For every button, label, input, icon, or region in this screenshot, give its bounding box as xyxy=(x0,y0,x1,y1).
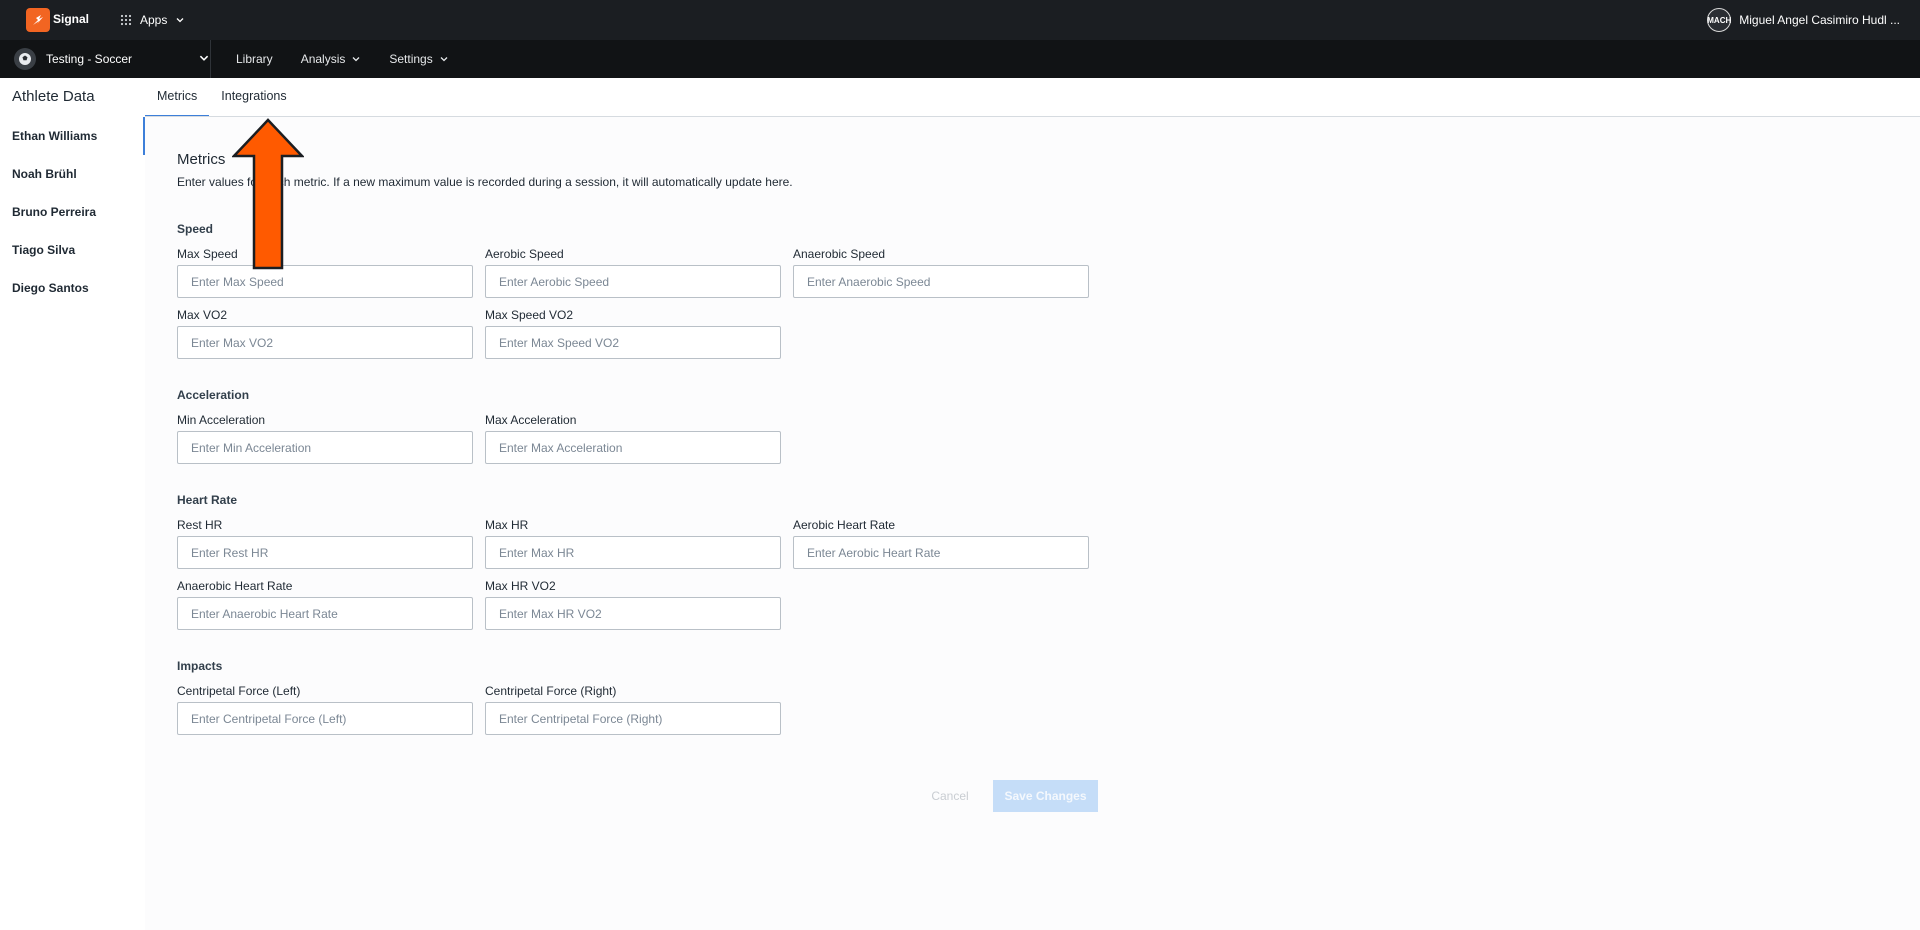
field-max-speed: Max Speed xyxy=(177,247,473,298)
field-max-hr: Max HR xyxy=(485,518,781,569)
min-acceleration-input[interactable] xyxy=(177,431,473,464)
nav-settings-label: Settings xyxy=(389,52,433,66)
team-selector[interactable]: Testing - Soccer xyxy=(14,46,210,72)
max-speed-input[interactable] xyxy=(177,265,473,298)
max-vo2-input[interactable] xyxy=(177,326,473,359)
nav-library[interactable]: Library xyxy=(236,52,273,66)
nav-settings[interactable]: Settings xyxy=(389,52,448,66)
field-aerobic-speed: Aerobic Speed xyxy=(485,247,781,298)
nav-analysis-label: Analysis xyxy=(300,52,346,66)
tab-integrations[interactable]: Integrations xyxy=(209,78,298,117)
team-nav-bar: Testing - Soccer Library Analysis Settin… xyxy=(0,40,1920,78)
field-label: Anaerobic Heart Rate xyxy=(177,579,293,593)
athlete-item-tiago-silva[interactable]: Tiago Silva xyxy=(0,231,145,269)
metrics-panel: Metrics Enter values for each metric. If… xyxy=(145,117,1920,930)
field-max-acceleration: Max Acceleration xyxy=(485,413,781,464)
tab-metrics[interactable]: Metrics xyxy=(145,78,210,117)
avatar: MACH xyxy=(1707,8,1732,32)
tab-bar: Metrics Integrations xyxy=(145,78,299,117)
centripetal-force-right-input[interactable] xyxy=(485,702,781,735)
athlete-item-diego-santos[interactable]: Diego Santos xyxy=(0,269,145,307)
field-anaerobic-heart-rate: Anaerobic Heart Rate xyxy=(177,579,473,630)
athlete-item-noah-bruhl[interactable]: Noah Brühl xyxy=(0,155,145,193)
field-label: Centripetal Force (Right) xyxy=(485,684,617,698)
field-max-speed-vo2: Max Speed VO2 xyxy=(485,308,781,359)
field-centripetal-force-right: Centripetal Force (Right) xyxy=(485,684,781,735)
top-bar: Signal Apps MACH Miguel Angel Casimiro H… xyxy=(0,0,1920,40)
aerobic-heart-rate-input[interactable] xyxy=(793,536,1089,569)
apps-label: Apps xyxy=(140,13,168,27)
field-label: Anaerobic Speed xyxy=(793,247,886,261)
group-title-heart-rate: Heart Rate xyxy=(177,493,238,507)
max-acceleration-input[interactable] xyxy=(485,431,781,464)
save-changes-button[interactable]: Save Changes xyxy=(993,780,1098,812)
main-nav: Library Analysis Settings xyxy=(236,52,449,66)
grid-icon xyxy=(120,14,132,26)
user-menu[interactable]: MACH Miguel Angel Casimiro Hudl ... xyxy=(1707,8,1900,32)
group-title-impacts: Impacts xyxy=(177,659,223,673)
page-title: Athlete Data xyxy=(12,88,95,105)
field-label: Max HR VO2 xyxy=(485,579,556,593)
max-hr-vo2-input[interactable] xyxy=(485,597,781,630)
field-label: Max Acceleration xyxy=(485,413,577,427)
chevron-down-icon xyxy=(176,18,184,23)
chevron-down-icon xyxy=(440,57,448,62)
athlete-item-ethan-williams[interactable]: Ethan Williams xyxy=(0,117,145,155)
field-label: Max VO2 xyxy=(177,308,228,322)
field-label: Max Speed VO2 xyxy=(485,308,574,322)
field-centripetal-force-left: Centripetal Force (Left) xyxy=(177,684,473,735)
field-max-hr-vo2: Max HR VO2 xyxy=(485,579,781,630)
field-label: Centripetal Force (Left) xyxy=(177,684,301,698)
nav-analysis[interactable]: Analysis xyxy=(301,52,362,66)
rest-hr-input[interactable] xyxy=(177,536,473,569)
arrow-up-icon xyxy=(232,118,304,270)
apps-menu-button[interactable]: Apps xyxy=(120,10,185,30)
athlete-item-bruno-perreira[interactable]: Bruno Perreira xyxy=(0,193,145,231)
nav-library-label: Library xyxy=(236,52,273,66)
app-name: Signal xyxy=(53,12,90,26)
athlete-list: Ethan Williams Noah Brühl Bruno Perreira… xyxy=(0,117,145,930)
field-label: Rest HR xyxy=(177,518,223,532)
field-label: Aerobic Heart Rate xyxy=(793,518,896,532)
field-label: Min Acceleration xyxy=(177,413,266,427)
metrics-title: Metrics xyxy=(177,151,226,168)
cancel-button[interactable]: Cancel xyxy=(915,780,985,812)
user-name: Miguel Angel Casimiro Hudl ... xyxy=(1739,13,1900,27)
team-name: Testing - Soccer xyxy=(46,52,133,66)
anaerobic-speed-input[interactable] xyxy=(793,265,1089,298)
centripetal-force-left-input[interactable] xyxy=(177,702,473,735)
max-speed-vo2-input[interactable] xyxy=(485,326,781,359)
soccer-ball-icon xyxy=(14,48,36,70)
aerobic-speed-input[interactable] xyxy=(485,265,781,298)
field-aerobic-heart-rate: Aerobic Heart Rate xyxy=(793,518,1089,569)
signal-logo-icon[interactable] xyxy=(26,8,50,32)
field-label: Max HR xyxy=(485,518,529,532)
field-min-acceleration: Min Acceleration xyxy=(177,413,473,464)
field-label: Max Speed xyxy=(177,247,238,261)
group-title-acceleration: Acceleration xyxy=(177,388,250,402)
anaerobic-heart-rate-input[interactable] xyxy=(177,597,473,630)
nav-divider xyxy=(210,40,211,78)
max-hr-input[interactable] xyxy=(485,536,781,569)
field-max-vo2: Max VO2 xyxy=(177,308,473,359)
field-anaerobic-speed: Anaerobic Speed xyxy=(793,247,1089,298)
field-rest-hr: Rest HR xyxy=(177,518,473,569)
group-title-speed: Speed xyxy=(177,222,214,236)
field-label: Aerobic Speed xyxy=(485,247,564,261)
chevron-down-icon xyxy=(352,57,360,62)
chevron-down-icon xyxy=(199,55,209,61)
